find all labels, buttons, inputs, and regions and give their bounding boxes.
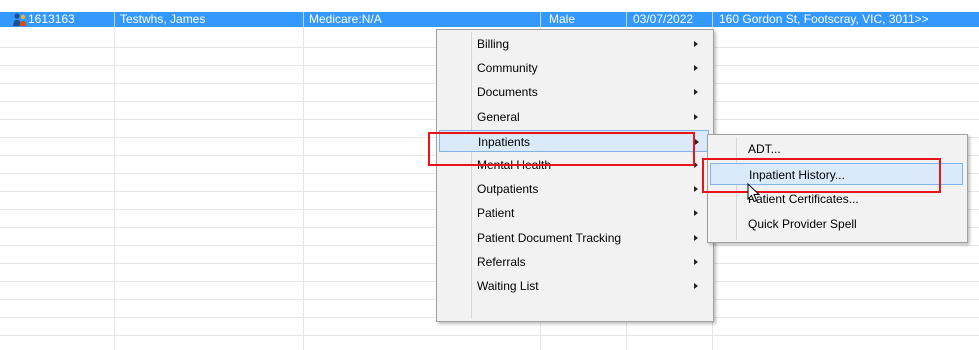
column-separator xyxy=(712,12,713,27)
submenu-item-inpatient-history[interactable]: Inpatient History... xyxy=(710,163,963,185)
submenu-arrow-icon xyxy=(694,162,698,168)
menu-item-referrals[interactable]: Referrals xyxy=(439,251,709,273)
submenu-arrow-icon xyxy=(694,186,698,193)
medicare-number[interactable]: Medicare:N/A xyxy=(306,12,540,27)
submenu-arrow-icon xyxy=(694,283,698,289)
menu-item-label: Documents xyxy=(477,85,538,100)
menu-item-inpatients[interactable]: Inpatients xyxy=(439,129,709,152)
menu-item-label: Community xyxy=(477,61,538,76)
menu-item-label: Patient Document Tracking xyxy=(477,230,622,245)
submenu-item-label: Quick Provider Spell xyxy=(748,217,857,231)
submenu-item-label: Inpatient History... xyxy=(749,168,845,182)
submenu-arrow-icon xyxy=(694,65,698,72)
menu-item-patient-document-tracking[interactable]: Patient Document Tracking xyxy=(439,227,709,249)
menu-item-mental-health[interactable]: Mental Health xyxy=(439,154,709,176)
column-separator xyxy=(626,12,627,27)
submenu-arrow-icon xyxy=(694,234,698,241)
column-divider xyxy=(114,27,115,350)
menu-item-patient[interactable]: Patient xyxy=(439,202,709,224)
menu-item-label: Waiting List xyxy=(477,279,539,293)
menu-item-outpatients[interactable]: Outpatients xyxy=(439,178,709,200)
menu-item-label: Outpatients xyxy=(477,182,539,197)
menu-item-community[interactable]: Community xyxy=(439,57,709,79)
submenu-arrow-icon xyxy=(694,113,698,120)
patient-icon xyxy=(12,12,28,27)
column-separator xyxy=(540,12,541,27)
context-menu: Billing Community Documents General Inpatien… xyxy=(436,29,714,322)
submenu-item-quick-provider-spell[interactable]: Quick Provider Spell xyxy=(710,213,963,235)
submenu-arrow-icon xyxy=(694,89,698,96)
patient-name[interactable]: Testwhs, James xyxy=(117,12,303,27)
submenu-item-label: Patient Certificates... xyxy=(748,192,859,206)
patient-list-window: 1613163 Testwhs, James Medicare:N/A Male… xyxy=(0,0,979,350)
menu-item-label: Inpatients xyxy=(478,134,531,149)
submenu-item-patient-certificates[interactable]: Patient Certificates... xyxy=(710,188,963,210)
submenu-item-label: ADT... xyxy=(748,142,781,156)
menu-item-label: Referrals xyxy=(477,254,526,269)
row-divider xyxy=(0,335,979,336)
patient-id-cell[interactable]: 1613163 xyxy=(0,12,114,27)
patient-date[interactable]: 03/07/2022 xyxy=(630,12,712,27)
column-divider xyxy=(303,27,304,350)
submenu-arrow-icon xyxy=(695,138,699,145)
selected-patient-row[interactable]: 1613163 Testwhs, James Medicare:N/A Male… xyxy=(0,12,979,27)
menu-item-waiting-list[interactable]: Waiting List xyxy=(439,275,709,297)
column-separator xyxy=(114,12,115,27)
menu-item-billing[interactable]: Billing xyxy=(439,33,709,55)
submenu-arrow-icon xyxy=(694,210,698,217)
column-separator xyxy=(303,12,304,27)
menu-item-general[interactable]: General xyxy=(439,106,709,128)
menu-item-documents[interactable]: Documents xyxy=(439,81,709,103)
submenu-item-adt[interactable]: ADT... xyxy=(710,138,963,160)
patient-gender[interactable]: Male xyxy=(546,12,626,27)
inpatients-submenu: ADT... Inpatient History... Patient Certif… xyxy=(707,134,968,243)
menu-item-label: Mental Health xyxy=(477,158,552,172)
menu-item-label: Billing xyxy=(477,37,510,51)
patient-id: 1613163 xyxy=(28,12,75,26)
submenu-arrow-icon xyxy=(694,258,698,265)
menu-item-label: Patient xyxy=(477,206,515,221)
submenu-arrow-icon xyxy=(694,41,698,47)
patient-address[interactable]: 160 Gordon St, Footscray, VIC, 3011>> xyxy=(716,12,979,27)
menu-item-label: General xyxy=(477,109,520,124)
